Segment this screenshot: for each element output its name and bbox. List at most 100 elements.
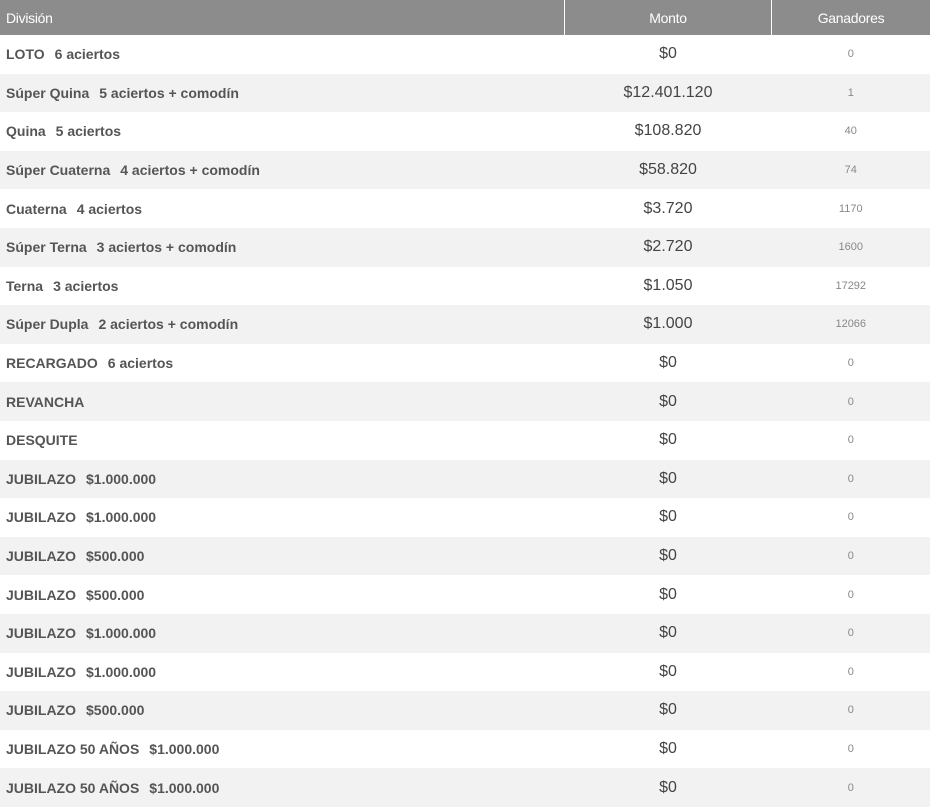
table-header: División Monto Ganadores (0, 0, 930, 35)
header-monto: Monto (565, 0, 772, 35)
monto-cell: $1.000 (565, 305, 772, 344)
division-name: JUBILAZO (6, 587, 76, 603)
monto-cell: $0 (565, 768, 772, 807)
monto-cell: $0 (565, 537, 772, 576)
ganadores-cell: 0 (772, 730, 930, 769)
table-row: JUBILAZO$500.000$00 (0, 691, 930, 730)
monto-cell: $0 (565, 614, 772, 653)
ganadores-cell: 0 (772, 768, 930, 807)
division-name: JUBILAZO (6, 471, 76, 487)
division-cell: LOTO6 aciertos (0, 35, 565, 74)
division-name: JUBILAZO (6, 664, 76, 680)
ganadores-cell: 0 (772, 35, 930, 74)
division-cell: JUBILAZO$1.000.000 (0, 460, 565, 499)
division-cell: Súper Cuaterna 4 aciertos + comodín (0, 151, 565, 190)
division-detail: $1.000.000 (149, 780, 219, 796)
division-detail: $500.000 (86, 587, 144, 603)
table-row: JUBILAZO $1.000.000 $00 (0, 653, 930, 692)
monto-cell: $1.050 (565, 267, 772, 306)
table-row: Terna 3 aciertos $1.05017292 (0, 267, 930, 306)
division-detail: 5 aciertos + comodín (99, 85, 239, 101)
division-name: REVANCHA (6, 394, 84, 410)
division-name: DESQUITE (6, 432, 78, 448)
monto-cell: $0 (565, 575, 772, 614)
table-row: JUBILAZO $1.000.000 $00 (0, 498, 930, 537)
monto-cell: $0 (565, 344, 772, 383)
ganadores-cell: 0 (772, 460, 930, 499)
table-row: Cuaterna4 aciertos$3.7201170 (0, 189, 930, 228)
division-name: JUBILAZO (6, 509, 76, 525)
division-name: Súper Dupla (6, 316, 88, 332)
division-cell: JUBILAZO $1.000.000 (0, 653, 565, 692)
division-cell: REVANCHA (0, 382, 565, 421)
monto-cell: $0 (565, 498, 772, 537)
ganadores-cell: 0 (772, 498, 930, 537)
monto-cell: $0 (565, 653, 772, 692)
division-detail: $1.000.000 (86, 509, 156, 525)
table-row: Súper Dupla2 aciertos + comodín$1.000120… (0, 305, 930, 344)
division-name: Quina (6, 123, 46, 139)
table-row: Súper Quina5 aciertos + comodín$12.401.1… (0, 74, 930, 113)
division-cell: RECARGADO 6 aciertos (0, 344, 565, 383)
division-name: RECARGADO (6, 355, 98, 371)
division-cell: DESQUITE (0, 421, 565, 460)
ganadores-cell: 1 (772, 74, 930, 113)
division-name: JUBILAZO 50 AÑOS (6, 780, 139, 796)
division-detail: 4 aciertos + comodín (120, 162, 260, 178)
division-cell: Súper Quina5 aciertos + comodín (0, 74, 565, 113)
table-row: Súper Cuaterna 4 aciertos + comodín $58.82… (0, 151, 930, 190)
division-cell: JUBILAZO 50 AÑOS $1.000.000 (0, 768, 565, 807)
ganadores-cell: 40 (772, 112, 930, 151)
monto-cell: $0 (565, 35, 772, 74)
table-row: Quina 5 aciertos $108.82040 (0, 112, 930, 151)
division-cell: JUBILAZO $1.000.000 (0, 498, 565, 537)
ganadores-cell: 0 (772, 653, 930, 692)
division-name: Súper Cuaterna (6, 162, 110, 178)
header-row: División Monto Ganadores (0, 0, 930, 35)
header-division: División (0, 0, 565, 35)
ganadores-cell: 0 (772, 421, 930, 460)
ganadores-cell: 0 (772, 575, 930, 614)
monto-cell: $2.720 (565, 228, 772, 267)
division-name: Cuaterna (6, 201, 67, 217)
division-cell: JUBILAZO $500.000 (0, 575, 565, 614)
table-row: DESQUITE $00 (0, 421, 930, 460)
ganadores-cell: 0 (772, 537, 930, 576)
ganadores-cell: 12066 (772, 305, 930, 344)
ganadores-cell: 17292 (772, 267, 930, 306)
table-row: LOTO6 aciertos$00 (0, 35, 930, 74)
division-detail: 4 aciertos (77, 201, 142, 217)
division-cell: Cuaterna 4 aciertos (0, 189, 565, 228)
table-row: RECARGADO 6 aciertos $00 (0, 344, 930, 383)
division-name: LOTO (6, 46, 45, 62)
division-detail: $1.000.000 (86, 664, 156, 680)
division-name: JUBILAZO (6, 625, 76, 641)
results-table: División Monto Ganadores LOTO6 aciertos$… (0, 0, 930, 807)
ganadores-cell: 0 (772, 382, 930, 421)
table-row: JUBILAZO$1.000.000$00 (0, 614, 930, 653)
division-cell: Súper Dupla2 aciertos + comodín (0, 305, 565, 344)
table-body: LOTO6 aciertos$00Súper Quina5 aciertos +… (0, 35, 930, 807)
table-row: REVANCHA$00 (0, 382, 930, 421)
division-name: Súper Terna (6, 239, 87, 255)
division-detail: $500.000 (86, 702, 144, 718)
ganadores-cell: 0 (772, 344, 930, 383)
division-detail: 5 aciertos (56, 123, 121, 139)
division-name: JUBILAZO (6, 548, 76, 564)
monto-cell: $58.820 (565, 151, 772, 190)
division-detail: 3 aciertos (53, 278, 118, 294)
division-detail: $1.000.000 (149, 741, 219, 757)
ganadores-cell: 1170 (772, 189, 930, 228)
table-row: JUBILAZO$1.000.000$00 (0, 460, 930, 499)
division-detail: $1.000.000 (86, 625, 156, 641)
division-name: JUBILAZO 50 AÑOS (6, 741, 139, 757)
monto-cell: $0 (565, 421, 772, 460)
monto-cell: $108.820 (565, 112, 772, 151)
monto-cell: $0 (565, 691, 772, 730)
monto-cell: $0 (565, 730, 772, 769)
header-ganadores: Ganadores (772, 0, 930, 35)
division-detail: 6 aciertos (108, 355, 173, 371)
monto-cell: $0 (565, 460, 772, 499)
table-row: JUBILAZO 50 AÑOS $1.000.000 $00 (0, 730, 930, 769)
division-name: Terna (6, 278, 43, 294)
